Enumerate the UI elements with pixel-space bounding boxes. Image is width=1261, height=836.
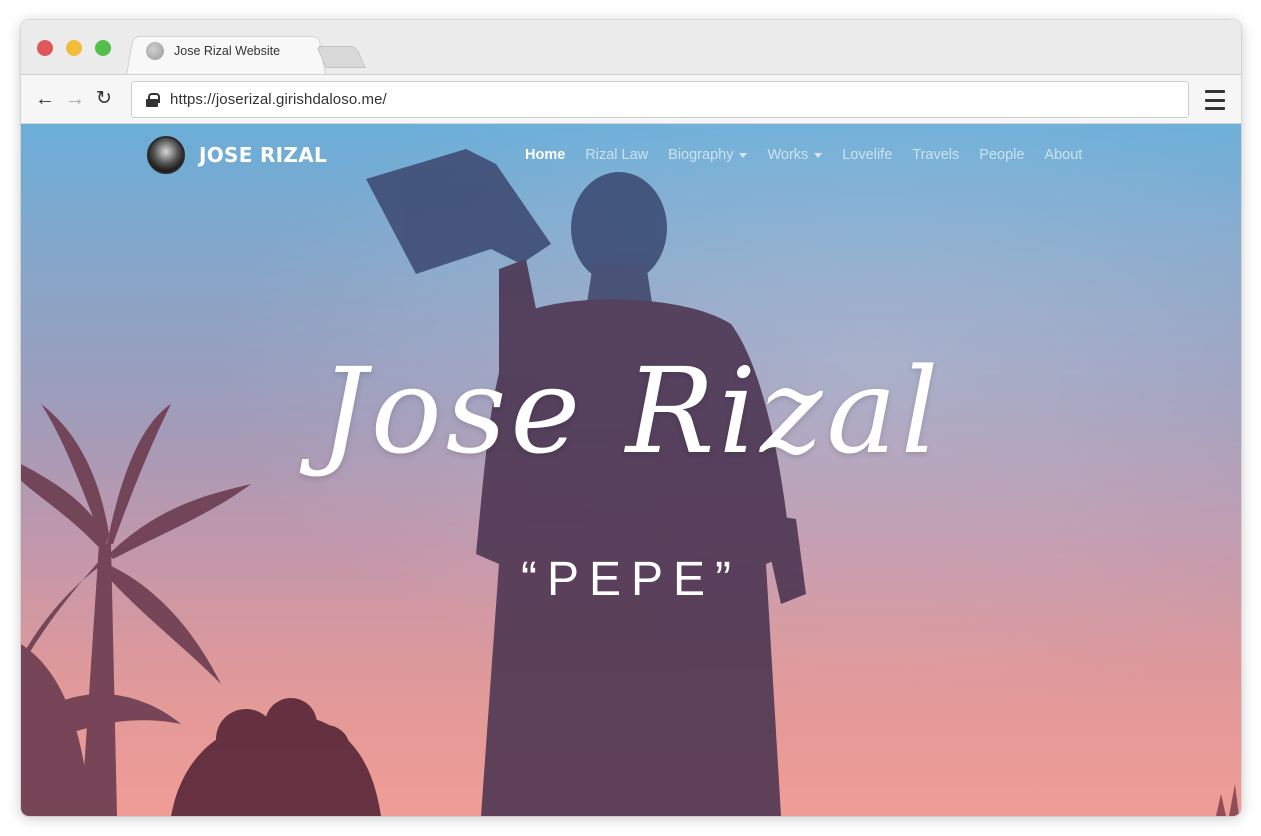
nav-link-about[interactable]: About bbox=[1044, 147, 1082, 163]
caret-down-icon bbox=[814, 152, 823, 158]
brand-name[interactable]: JOSE RIZAL bbox=[199, 143, 327, 167]
bush-silhouette bbox=[171, 698, 381, 816]
browser-toolbar: ← → ↻ https://joserizal.girishdaloso.me/ bbox=[21, 74, 1241, 124]
tab-title[interactable]: Jose Rizal Website bbox=[174, 44, 280, 58]
site-brand[interactable]: JOSE RIZAL bbox=[147, 136, 327, 174]
grass-right bbox=[1216, 784, 1239, 816]
nav-link-works-label: Works bbox=[767, 147, 809, 163]
person-silhouette bbox=[366, 149, 806, 816]
forward-arrow-icon[interactable]: → bbox=[65, 88, 85, 110]
rizal-portrait-logo bbox=[147, 136, 185, 174]
nav-link-biography-label: Biography bbox=[668, 147, 734, 163]
caret-down-icon bbox=[739, 152, 748, 158]
reload-icon[interactable]: ↻ bbox=[96, 88, 112, 110]
nav-link-people[interactable]: People bbox=[979, 147, 1024, 163]
address-bar[interactable]: https://joserizal.girishdaloso.me/ bbox=[131, 81, 1189, 118]
hero-subtitle: “PEPE” bbox=[520, 553, 742, 606]
nav-links: Home Rizal Law Biography Works Lovelife … bbox=[525, 147, 1102, 163]
tab-content: Jose Rizal Website bbox=[146, 42, 280, 60]
favicon-icon bbox=[146, 42, 164, 60]
close-window-button[interactable] bbox=[37, 40, 53, 56]
site-navbar: JOSE RIZAL Home Rizal Law Biography Work… bbox=[21, 124, 1241, 188]
window-controls bbox=[37, 40, 111, 56]
hamburger-menu-icon[interactable] bbox=[1205, 90, 1225, 110]
nav-link-lovelife[interactable]: Lovelife bbox=[842, 147, 892, 163]
browser-window: Jose Rizal Website ← → ↻ https://joseriz… bbox=[21, 20, 1241, 816]
nav-link-home[interactable]: Home bbox=[525, 147, 565, 163]
nav-link-rizal-law[interactable]: Rizal Law bbox=[585, 147, 648, 163]
lock-icon bbox=[146, 92, 160, 107]
maximize-window-button[interactable] bbox=[95, 40, 111, 56]
nav-link-works[interactable]: Works bbox=[767, 147, 823, 163]
url-text[interactable]: https://joserizal.girishdaloso.me/ bbox=[170, 91, 387, 108]
back-arrow-icon[interactable]: ← bbox=[35, 88, 55, 110]
nav-link-travels[interactable]: Travels bbox=[912, 147, 959, 163]
hero-title: Jose Rizal bbox=[319, 342, 943, 480]
browser-titlebar: Jose Rizal Website bbox=[21, 20, 1241, 75]
nav-link-biography[interactable]: Biography bbox=[668, 147, 748, 163]
page-viewport: JOSE RIZAL Home Rizal Law Biography Work… bbox=[21, 124, 1241, 816]
minimize-window-button[interactable] bbox=[66, 40, 82, 56]
